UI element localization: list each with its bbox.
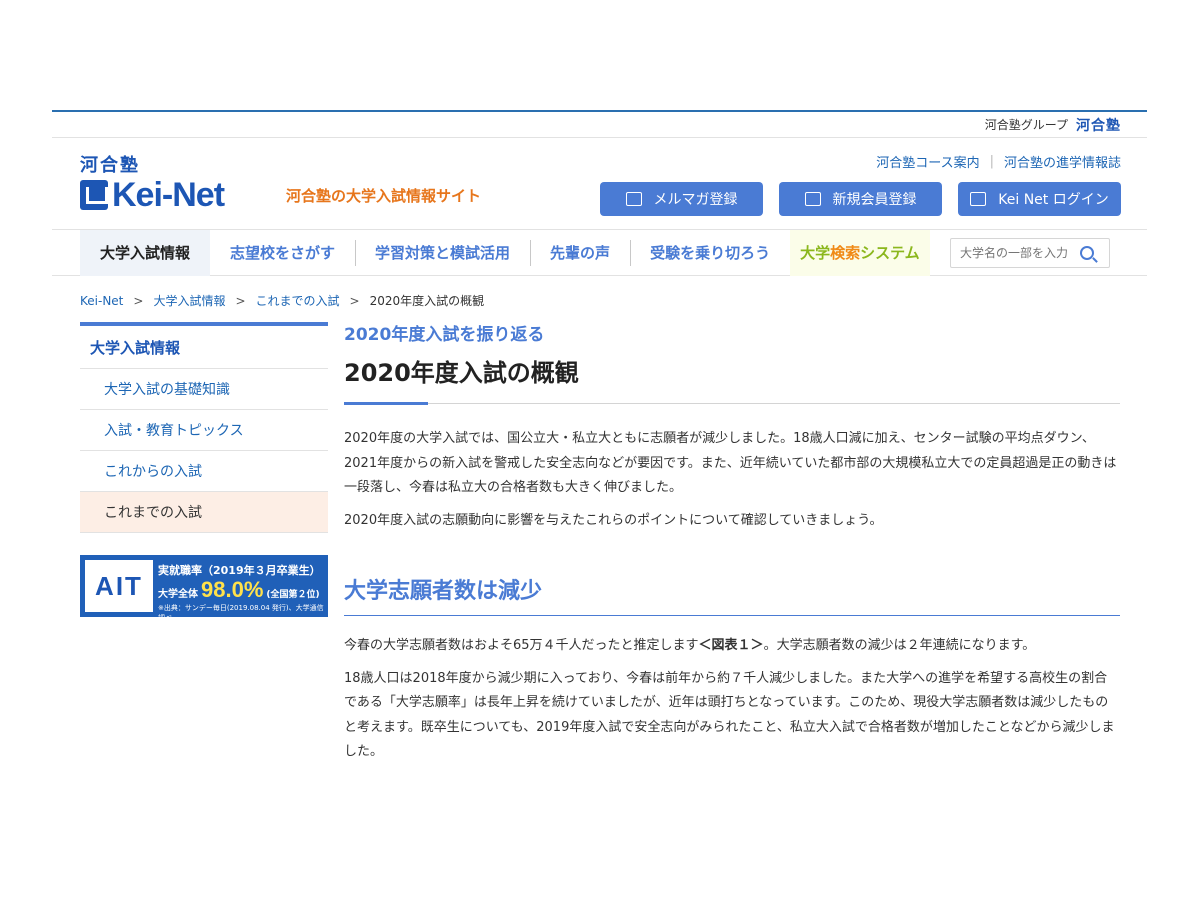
gnav-item-search-system[interactable]: 大学 検索 システム xyxy=(790,229,930,276)
site-tagline: 河合塾の大学入試情報サイト xyxy=(286,187,482,205)
gnav-item-seniors[interactable]: 先輩の声 xyxy=(530,230,630,276)
breadcrumb-home[interactable]: Kei-Net xyxy=(80,294,123,308)
gnav-item-exam-tips[interactable]: 受験を乗り切ろう xyxy=(630,230,790,276)
chevron-right-icon: > xyxy=(235,293,246,308)
page-title: 2020年度入試の概観 xyxy=(344,359,579,387)
breadcrumb-past-exams[interactable]: これまでの入試 xyxy=(256,292,340,309)
login-icon xyxy=(970,192,987,206)
breadcrumb: Kei-Net > 大学入試情報 > これまでの入試 > 2020年度入試の概観 xyxy=(80,292,484,309)
group-label: 河合塾グループ xyxy=(984,118,1068,132)
ad-rate: 98.0% xyxy=(201,577,264,602)
ad-headline: 実就職率（2019年３月卒業生） xyxy=(158,564,321,577)
group-brand-link[interactable]: 河合塾 xyxy=(1076,115,1121,135)
sidebar: 大学入試情報 大学入試の基礎知識 入試・教育トピックス これからの入試 これまで… xyxy=(80,322,328,622)
site-header: 河合塾 Kei-Net 河合塾の大学入試情報サイト 河合塾コース案内 | 河合塾… xyxy=(52,138,1147,230)
sidebar-item-basics[interactable]: 大学入試の基礎知識 xyxy=(80,369,328,410)
breadcrumb-admission-info[interactable]: 大学入試情報 xyxy=(153,292,225,309)
figure-ref: ＜図表１＞ xyxy=(698,638,764,653)
chevron-right-icon: > xyxy=(349,293,360,308)
gnav-item-admission-info[interactable]: 大学入試情報 xyxy=(80,229,211,276)
page: 河合塾グループ 河合塾 河合塾 Kei-Net 河合塾の大学入試情報サイト 河合… xyxy=(52,110,1147,759)
article: 2020年度入試を振り返る 2020年度入試の概観 2020年度の大学入試では、… xyxy=(344,320,1120,765)
search-input[interactable] xyxy=(951,246,1076,260)
title-divider xyxy=(344,402,1120,405)
login-button[interactable]: Kei Net ログイン xyxy=(958,182,1121,216)
ait-ad-banner[interactable]: AIT 実就職率（2019年３月卒業生） 大学全体 98.0% (全国第２位) … xyxy=(80,555,328,622)
utility-links: 河合塾コース案内 | 河合塾の進学情報誌 xyxy=(876,152,1121,171)
ait-logo: AIT xyxy=(85,560,153,612)
ad-rate-label: 大学全体 xyxy=(158,589,198,600)
section-heading: 大学志願者数は減少 xyxy=(344,573,1120,616)
mail-icon xyxy=(625,192,642,206)
sidebar-item-topics[interactable]: 入試・教育トピックス xyxy=(80,410,328,451)
ad-rank: (全国第２位) xyxy=(266,590,320,600)
section-paragraph-2: 18歳人口は2018年度から減少期に入っており、今春は前年から約７千人減少しまし… xyxy=(344,670,1115,760)
logo-kanji[interactable]: 河合塾 xyxy=(80,151,140,177)
util-separator: | xyxy=(989,154,994,169)
ad-rate-line: 大学全体 98.0% (全国第２位) xyxy=(158,577,320,603)
sidebar-title[interactable]: 大学入試情報 xyxy=(80,326,328,369)
util-link-course[interactable]: 河合塾コース案内 xyxy=(876,152,979,171)
global-nav: 大学入試情報 志望校をさがす 学習対策と模試活用 先輩の声 受験を乗り切ろう 大… xyxy=(52,229,1147,276)
util-link-magazine[interactable]: 河合塾の進学情報誌 xyxy=(1004,152,1121,171)
header-buttons: メルマガ登録 新規会員登録 Kei Net ログイン xyxy=(600,182,1121,216)
breadcrumb-current: 2020年度入試の概観 xyxy=(369,294,485,308)
user-icon xyxy=(804,192,821,206)
search-icon[interactable] xyxy=(1080,246,1094,260)
intro-paragraph-2: 2020年度入試の志願動向に影響を与えたこれらのポイントについて確認していきまし… xyxy=(344,512,883,528)
site-logo[interactable]: Kei-Net xyxy=(80,176,225,214)
sidebar-item-future-exams[interactable]: これからの入試 xyxy=(80,451,328,492)
gnav-item-study[interactable]: 学習対策と模試活用 xyxy=(355,230,530,276)
ad-source: ※出典：サンデー毎日(2019.08.04 発行)、大学通信調べ xyxy=(158,604,324,622)
university-search xyxy=(950,238,1110,268)
mail-magazine-button[interactable]: メルマガ登録 xyxy=(600,182,763,216)
sidebar-item-past-exams[interactable]: これまでの入試 xyxy=(80,492,328,533)
chevron-right-icon: > xyxy=(133,293,144,308)
section-paragraph: 今春の大学志願者数はおよそ65万４千人だったと推定します＜図表１＞。大学志願者数… xyxy=(344,638,1036,653)
article-subtitle: 2020年度入試を振り返る xyxy=(344,325,545,345)
intro-paragraph: 2020年度の大学入試では、国公立大・私立大ともに志願者が減少しました。18歳人… xyxy=(344,431,1117,495)
group-bar: 河合塾グループ 河合塾 xyxy=(52,112,1147,138)
logo-text: Kei-Net xyxy=(112,176,225,214)
book-icon xyxy=(80,180,108,210)
register-button[interactable]: 新規会員登録 xyxy=(779,182,942,216)
gnav-item-find-school[interactable]: 志望校をさがす xyxy=(210,230,355,276)
